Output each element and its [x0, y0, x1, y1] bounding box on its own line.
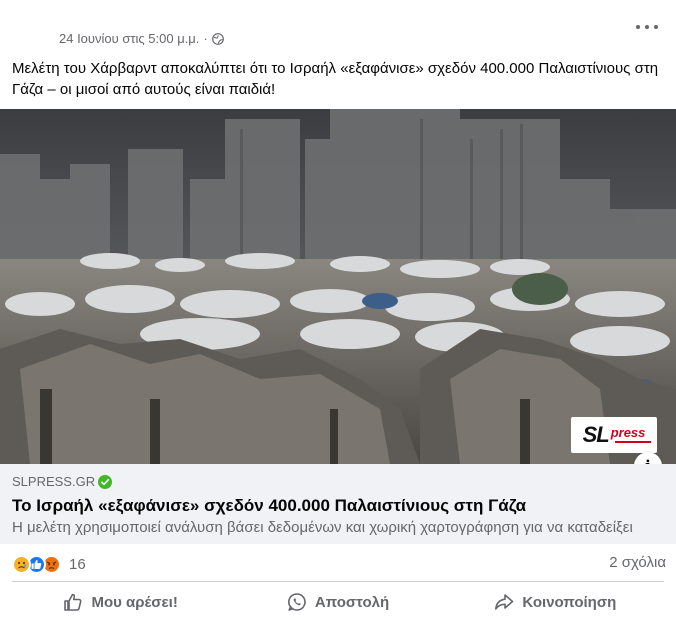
post-image[interactable]: SL press i — [0, 109, 676, 464]
post-timestamp[interactable]: 24 Ιουνίου στις 5:00 μ.μ. — [59, 31, 199, 46]
more-dot — [636, 25, 640, 29]
post-message: Μελέτη του Χάρβαρντ αποκαλύπτει ότι το Ι… — [12, 60, 659, 98]
info-label: i — [645, 457, 651, 464]
reaction-count: 16 — [69, 555, 86, 573]
facebook-post: 24 Ιουνίου στις 5:00 μ.μ. · Μελέτη του Χ… — [0, 0, 676, 624]
comments-count[interactable]: 2 σχόλια — [609, 554, 666, 571]
link-domain-row: SLPRESS.GR — [12, 474, 113, 489]
send-button[interactable]: Αποστολή — [229, 584, 446, 620]
share-label: Κοινοποίηση — [522, 593, 617, 611]
gaza-tent-camp-photo — [0, 109, 676, 464]
like-button[interactable]: Μου αρέσει! — [12, 584, 229, 620]
link-description: Η μελέτη χρησιμοποιεί ανάλυση βάσει δεδο… — [12, 519, 633, 536]
slpress-watermark: SL press — [571, 417, 657, 453]
more-dot — [654, 25, 658, 29]
watermark-underline — [615, 441, 651, 443]
globe-icon[interactable] — [211, 32, 224, 45]
whatsapp-icon — [287, 593, 306, 611]
send-label: Αποστολή — [314, 593, 390, 611]
share-button[interactable]: Κοινοποίηση — [447, 584, 664, 620]
reactions-summary[interactable]: 16 — [12, 553, 86, 575]
more-dot — [645, 25, 649, 29]
verified-check-icon — [98, 474, 113, 489]
action-divider — [12, 581, 664, 582]
watermark-press: press — [610, 424, 646, 440]
thumbs-up-icon — [64, 593, 82, 611]
action-bar: Μου αρέσει! Αποστολή Κοινοποίηση — [12, 584, 664, 620]
link-title[interactable]: Το Ισραήλ «εξαφάνισε» σχεδόν 400.000 Παλ… — [12, 496, 526, 516]
link-domain: SLPRESS.GR — [12, 474, 96, 489]
share-arrow-icon — [495, 594, 514, 610]
sad-reaction-icon — [12, 554, 31, 574]
reaction-icons — [12, 554, 61, 574]
like-label: Μου αρέσει! — [91, 593, 178, 611]
link-preview[interactable]: SLPRESS.GR Το Ισραήλ «εξαφάνισε» σχεδόν … — [0, 464, 676, 544]
post-meta: 24 Ιουνίου στις 5:00 μ.μ. · — [59, 31, 224, 46]
watermark-sl: SL — [582, 422, 610, 447]
meta-separator: · — [203, 31, 208, 46]
more-options-icon[interactable] — [636, 20, 658, 34]
post-header: 24 Ιουνίου στις 5:00 μ.μ. · — [0, 0, 676, 52]
